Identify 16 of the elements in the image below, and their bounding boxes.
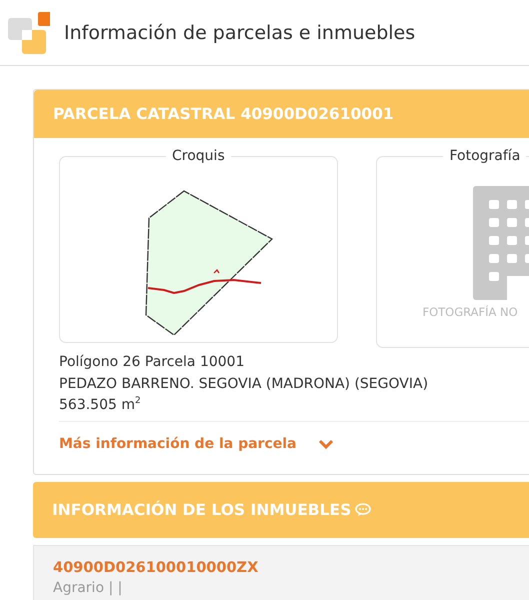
panel-label: Croquis (166, 148, 231, 164)
parcel-detail: 563.505 m$^{2}$ (59, 395, 142, 415)
property-reference-link[interactable]: 40900D026100010000ZX (53, 560, 529, 576)
building-icon (473, 186, 529, 300)
comment-icon[interactable] (355, 502, 372, 516)
panel-label: Fotografía (443, 148, 526, 164)
card-header: PARCELA CATASTRAL 40900D02610001 (34, 90, 529, 138)
logo-icon (8, 12, 50, 54)
chevron-icon[interactable] (318, 438, 334, 448)
more-info-link[interactable]: Más información de la parcela (59, 436, 296, 452)
parcel-detail: Polígono 26 Parcela 10001 (59, 353, 246, 372)
parcel-detail: PEDAZO BARRENO. SEGOVIA (MADRONA) (SEGOVIA) (59, 374, 430, 394)
section-title: INFORMACIÓN DE LOS INMUEBLES (52, 500, 352, 518)
photo-caption: FOTOGRAFÍA NO (422, 305, 518, 319)
page-title: Información de parcelas e inmuebles (64, 22, 416, 44)
property-use: Agrario | | (53, 580, 124, 596)
